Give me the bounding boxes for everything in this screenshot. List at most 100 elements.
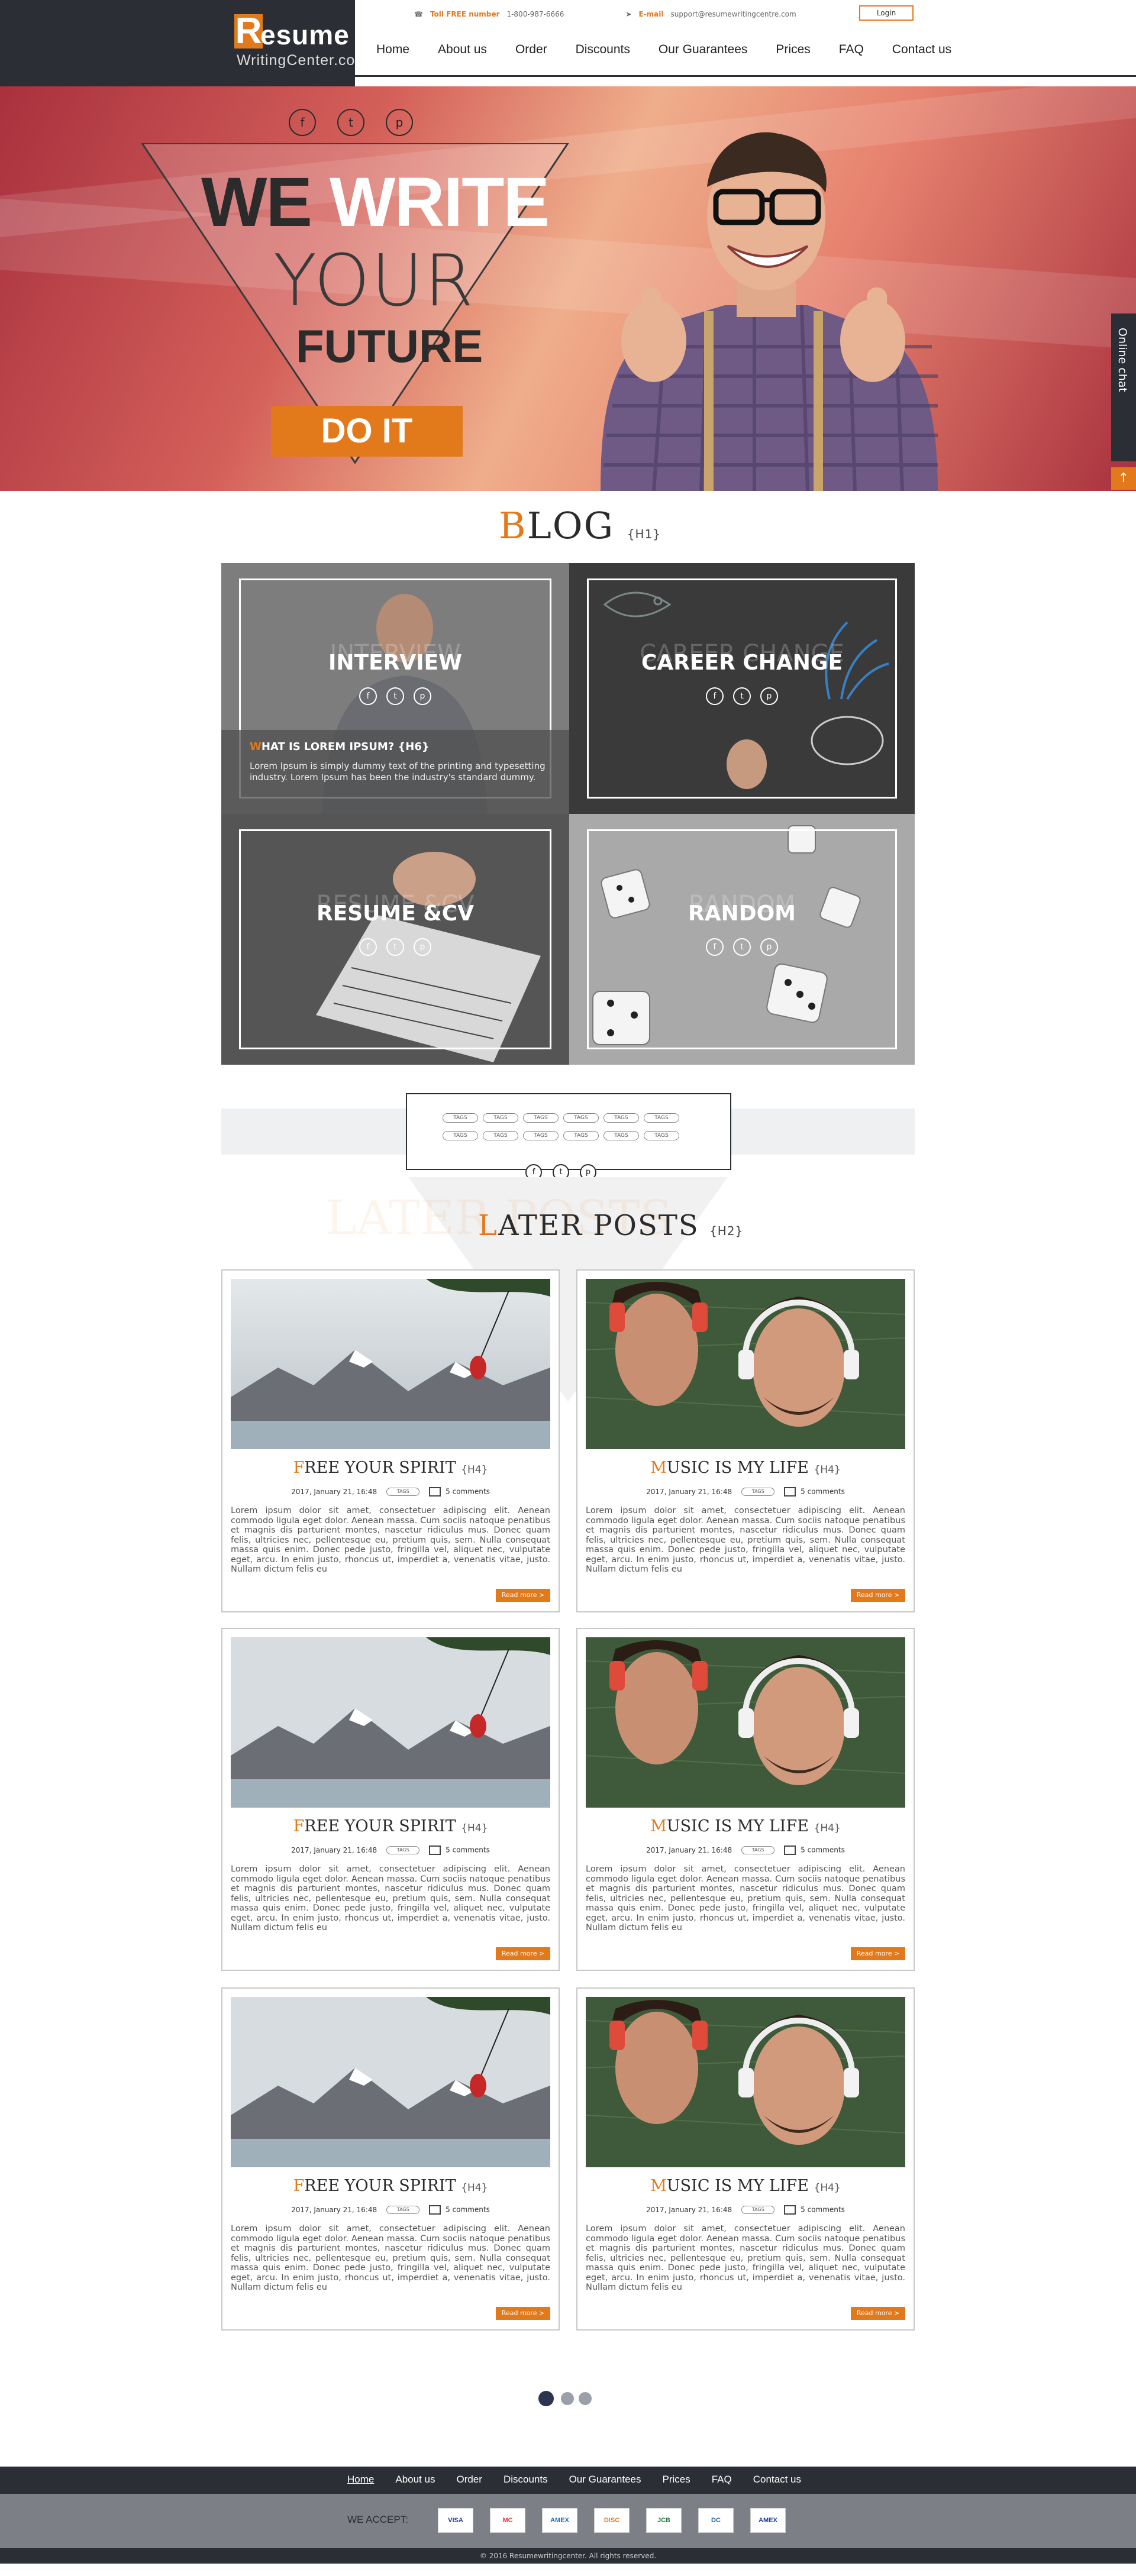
twitter-icon[interactable]: t [386, 687, 404, 705]
pinterest-icon[interactable]: p [414, 687, 431, 705]
footer-nav-contact[interactable]: Contact us [753, 2474, 801, 2485]
post-comments[interactable]: 5 comments [429, 2205, 490, 2215]
nav-contact[interactable]: Contact us [892, 43, 951, 57]
post-meta: 2017, January 21, 16:48 TAGS 5 comments [222, 1845, 559, 1855]
hero-title-we: WE [201, 163, 330, 241]
nav-about[interactable]: About us [438, 43, 487, 57]
post-tag[interactable]: TAGS [741, 1488, 775, 1496]
tag-chip[interactable]: TAGS [604, 1131, 639, 1140]
facebook-icon[interactable]: f [359, 938, 377, 956]
post-tag[interactable]: TAGS [741, 2206, 775, 2214]
tag-chip[interactable]: TAGS [523, 1131, 559, 1140]
footer-nav-about[interactable]: About us [395, 2474, 435, 2485]
footer-nav-order[interactable]: Order [456, 2474, 482, 2485]
read-more-button[interactable]: Read more > [496, 2307, 550, 2320]
read-more-button[interactable]: Read more > [851, 1947, 905, 1960]
pinterest-icon[interactable]: p [760, 938, 778, 956]
hero-pinterest-icon[interactable]: p [386, 109, 413, 136]
tag-chip[interactable]: TAGS [483, 1113, 518, 1123]
nav-order[interactable]: Order [515, 43, 547, 57]
pinterest-icon[interactable]: p [760, 687, 778, 705]
hero-twitter-icon[interactable]: t [337, 109, 364, 136]
comment-icon [429, 1487, 441, 1497]
tag-chip[interactable]: TAGS [483, 1131, 518, 1140]
footer-nav-home[interactable]: Home [347, 2474, 374, 2485]
overlay-heading-rest: HAT IS LOREM IPSUM? {H6} [261, 741, 430, 753]
tollfree-number[interactable]: 1-800-987-6666 [506, 10, 564, 18]
post-tag[interactable]: TAGS [741, 1846, 775, 1854]
site-logo[interactable]: R esume WritingCenter.com [225, 11, 367, 76]
nav-home[interactable]: Home [376, 43, 409, 57]
read-more-button[interactable]: Read more > [496, 1947, 550, 1960]
tag-chip[interactable]: TAGS [443, 1131, 478, 1140]
post-comments[interactable]: 5 comments [784, 1487, 845, 1497]
twitter-icon[interactable]: t [733, 687, 751, 705]
read-more-button[interactable]: Read more > [851, 1589, 905, 1602]
facebook-icon[interactable]: f [706, 687, 724, 705]
nav-prices[interactable]: Prices [776, 43, 810, 57]
pagination-dot[interactable] [579, 2392, 592, 2405]
pagination-dot-active[interactable] [538, 2391, 554, 2406]
read-more-button[interactable]: Read more > [851, 2307, 905, 2320]
facebook-icon[interactable]: f [359, 687, 377, 705]
nav-guarantees[interactable]: Our Guarantees [659, 43, 748, 57]
post-tag[interactable]: TAGS [386, 2206, 420, 2214]
post-excerpt: Lorem ipsum dolor sit amet, consectetuer… [586, 1864, 905, 1932]
post-comments[interactable]: 5 comments [784, 1845, 845, 1855]
twitter-icon[interactable]: t [386, 938, 404, 956]
login-button[interactable]: Login [859, 5, 914, 21]
tag-chip[interactable]: TAGS [523, 1113, 559, 1123]
hero-title-line2: YOUR [273, 240, 475, 322]
post-comments[interactable]: 5 comments [784, 2205, 845, 2215]
pagination-dot[interactable] [561, 2392, 574, 2405]
post-tag[interactable]: TAGS [386, 1488, 420, 1496]
post-card: MUSIC IS MY LIFE {H4} 2017, January 21, … [576, 1987, 915, 2331]
post-title[interactable]: MUSIC IS MY LIFE {H4} [577, 1817, 914, 1835]
post-title[interactable]: MUSIC IS MY LIFE {H4} [577, 1459, 914, 1477]
online-chat-tab[interactable]: Online chat [1111, 313, 1136, 461]
overlay-text: Lorem Ipsum is simply dummy text of the … [250, 761, 546, 783]
email-address[interactable]: support@resumewritingcentre.com [671, 10, 796, 18]
post-tag[interactable]: TAGS [386, 1846, 420, 1854]
online-chat-label: Online chat [1116, 328, 1129, 392]
footer-nav-prices[interactable]: Prices [662, 2474, 690, 2485]
post-title[interactable]: FREE YOUR SPIRIT {H4} [222, 2177, 559, 2195]
footer-nav-discounts[interactable]: Discounts [504, 2474, 548, 2485]
blog-tile-career-change[interactable]: CAREER CHANGE CAREER CHANGE f t p [569, 563, 915, 814]
post-meta: 2017, January 21, 16:48 TAGS 5 comments [577, 2205, 914, 2215]
hero-facebook-icon[interactable]: f [289, 109, 316, 136]
tags-row: TAGS TAGS TAGS TAGS TAGS TAGS [443, 1131, 679, 1140]
post-title-first: F [293, 1459, 305, 1477]
comments-count: 5 comments [446, 1845, 490, 1854]
do-it-button[interactable]: DO IT [271, 406, 463, 457]
tag-chip[interactable]: TAGS [644, 1113, 679, 1123]
tag-chip[interactable]: TAGS [644, 1131, 679, 1140]
post-image-music [586, 1279, 905, 1449]
footer-nav-faq[interactable]: FAQ [712, 2474, 732, 2485]
facebook-icon[interactable]: f [706, 938, 724, 956]
post-title[interactable]: MUSIC IS MY LIFE {H4} [577, 2177, 914, 2195]
post-excerpt: Lorem ipsum dolor sit amet, consectetuer… [586, 1506, 905, 1574]
read-more-button[interactable]: Read more > [496, 1589, 550, 1602]
blog-tile-random[interactable]: RANDOM RANDOM f t p [569, 814, 915, 1065]
tag-chip[interactable]: TAGS [604, 1113, 639, 1123]
blog-tile-interview[interactable]: INTERVIEW INTERVIEW f t p WHAT IS LOREM … [221, 563, 569, 814]
tile-social-icons: f t p [569, 938, 915, 956]
pinterest-icon[interactable]: p [414, 938, 431, 956]
post-image-mountain [231, 1637, 550, 1808]
twitter-icon[interactable]: t [733, 938, 751, 956]
scroll-up-icon[interactable]: ↑ [1111, 467, 1136, 490]
blog-tile-resume-cv[interactable]: RESUME &CV RESUME &CV f t p [221, 814, 569, 1065]
tag-chip[interactable]: TAGS [563, 1131, 599, 1140]
post-comments[interactable]: 5 comments [429, 1487, 490, 1497]
nav-discounts[interactable]: Discounts [576, 43, 630, 57]
post-image-mountain [231, 1279, 550, 1449]
tag-chip[interactable]: TAGS [443, 1113, 478, 1123]
post-title[interactable]: FREE YOUR SPIRIT {H4} [222, 1817, 559, 1835]
tag-chip[interactable]: TAGS [563, 1113, 599, 1123]
footer-nav-guarantees[interactable]: Our Guarantees [569, 2474, 641, 2485]
post-title[interactable]: FREE YOUR SPIRIT {H4} [222, 1459, 559, 1477]
nav-faq[interactable]: FAQ [839, 43, 864, 57]
post-comments[interactable]: 5 comments [429, 1845, 490, 1855]
post-title-first: F [293, 1817, 305, 1835]
